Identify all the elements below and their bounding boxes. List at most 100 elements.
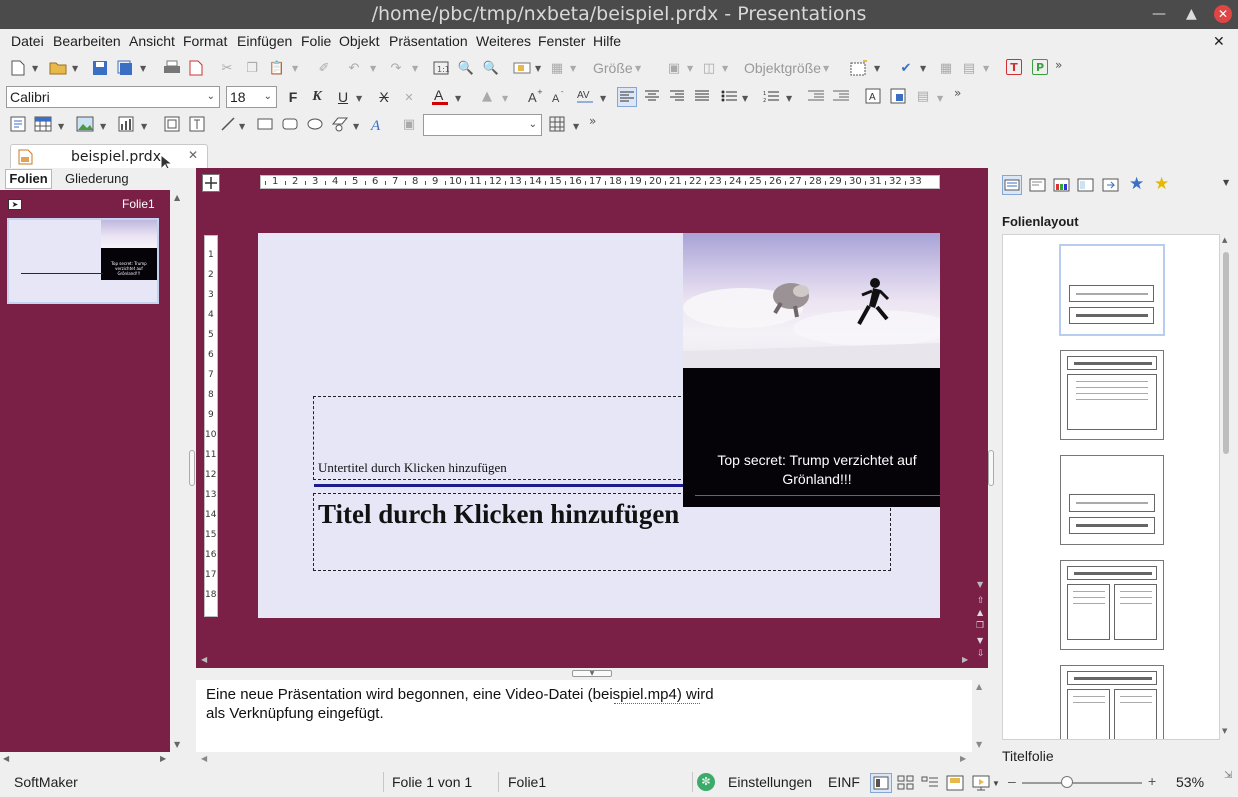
layout-section-header[interactable] [1060, 455, 1164, 545]
slide-thumbnail[interactable]: Top secret: Trump verzichtet auf Grönlan… [7, 218, 159, 304]
textart-icon[interactable]: A [368, 115, 386, 133]
subtitle-placeholder[interactable]: Untertitel durch Klicken hinzufügen [318, 460, 507, 476]
t-button[interactable]: T [1006, 59, 1022, 75]
status-zoom[interactable]: 53% [1176, 774, 1204, 790]
bullet-list-icon[interactable] [720, 87, 738, 105]
chevron-down-icon[interactable]: ▼ [140, 64, 146, 73]
notes-splitter[interactable]: ▼ [196, 668, 988, 680]
chevron-down-icon[interactable]: ⌄ [264, 87, 272, 107]
chevron-down-icon[interactable]: ▼ [100, 122, 106, 131]
zoom-slider[interactable] [1022, 782, 1142, 784]
close-document-icon[interactable]: ✕ [1213, 33, 1225, 50]
chevron-down-icon[interactable]: ▼ [58, 122, 64, 131]
chevron-down-icon[interactable]: ▼ [353, 122, 359, 131]
favorites-star-icon[interactable]: ★ [1154, 174, 1169, 194]
outline-view-icon[interactable] [921, 775, 939, 794]
close-window-icon[interactable]: ✕ [1214, 5, 1232, 23]
scroll-right-icon[interactable]: ▶ [960, 754, 966, 763]
status-settings[interactable]: Einstellungen [728, 774, 812, 790]
numbered-list-icon[interactable]: 12 [762, 87, 780, 105]
font-grow-icon[interactable]: A + [526, 87, 544, 105]
chevron-down-icon[interactable]: ▼ [635, 64, 641, 73]
menu-datei[interactable]: Datei [11, 33, 44, 49]
autoshape-tool-icon[interactable] [331, 115, 349, 133]
text-wrap-icon[interactable] [889, 87, 907, 105]
object-properties-icon[interactable]: ▣ [400, 115, 418, 133]
menu-weiteres[interactable]: Weiteres [476, 33, 531, 49]
scroll-left-icon[interactable]: ◀ [201, 754, 207, 763]
color-scheme-tab-icon[interactable] [1053, 176, 1071, 198]
menu-ansicht[interactable]: Ansicht [129, 33, 175, 49]
design-tab-icon[interactable] [1029, 176, 1047, 198]
group-icon[interactable]: ▦ [548, 59, 566, 77]
splitter-handle[interactable] [189, 450, 195, 486]
insert-chart-icon[interactable] [117, 115, 135, 133]
character-spacing-icon[interactable]: AV [576, 87, 594, 105]
tab-folien[interactable]: Folien [5, 169, 52, 189]
size-dropdown[interactable]: Größe [593, 60, 633, 76]
underline-button[interactable]: U [334, 88, 352, 106]
ellipse-tool-icon[interactable] [306, 115, 324, 133]
align-icon[interactable]: ◫ [700, 59, 718, 77]
slideshow-icon[interactable] [972, 775, 990, 794]
chevron-down-icon[interactable]: ▼ [742, 94, 748, 103]
chevron-down-icon[interactable]: ▼ [687, 64, 693, 73]
scroll-up-icon[interactable]: ▲ [977, 608, 983, 617]
layout-comparison[interactable] [1060, 665, 1164, 739]
notes-toggle-handle[interactable]: ▼ [572, 670, 612, 677]
slide-canvas[interactable]: Untertitel durch Klicken hinzufügen Tite… [258, 233, 940, 618]
object-style-combo[interactable]: ⌄ [423, 114, 542, 136]
insert-object-icon[interactable] [513, 59, 531, 77]
highlight-icon[interactable]: ▲ [478, 87, 496, 105]
text-object-icon[interactable] [9, 115, 27, 133]
effects-star-icon[interactable]: ★ [1129, 174, 1144, 194]
font-shrink-icon[interactable]: A- [550, 87, 568, 105]
cut-icon[interactable]: ✂ [218, 59, 236, 77]
normal-view-icon[interactable] [870, 773, 892, 793]
menu-folie[interactable]: Folie [301, 33, 331, 49]
chevron-down-icon[interactable]: ▼ [535, 64, 541, 73]
next-slide-icon[interactable]: ⇩ [977, 649, 985, 659]
slide-layout-tab-icon[interactable] [1002, 175, 1022, 195]
zoom-page-icon[interactable]: 🔍 [457, 59, 475, 77]
maximize-icon[interactable]: ▲ [1186, 0, 1197, 29]
close-tab-icon[interactable]: ✕ [188, 148, 198, 162]
paragraph-format-icon[interactable]: ▤ [914, 87, 932, 105]
insert-frame-icon[interactable] [163, 115, 181, 133]
insert-textframe-icon[interactable] [850, 59, 868, 77]
chevron-down-icon[interactable]: ▼ [370, 64, 376, 73]
clear-format-icon[interactable]: ✕ [400, 88, 418, 106]
new-document-icon[interactable] [9, 59, 27, 77]
toolbar-overflow-icon[interactable]: » [589, 114, 596, 128]
slide-navigator-icon[interactable]: ❐ [976, 621, 984, 631]
ruler-origin-icon[interactable] [202, 174, 220, 192]
previous-slide-icon[interactable]: ⇧ [977, 596, 985, 606]
chevron-down-icon[interactable]: ▼ [72, 64, 78, 73]
layout-title-slide[interactable] [1059, 244, 1165, 336]
chevron-down-icon[interactable]: ▼ [600, 94, 606, 103]
scroll-right-icon[interactable]: ▶ [160, 754, 166, 763]
video-object[interactable]: Top secret: Trump verzichtet auf Grönlan… [683, 233, 940, 507]
object-size-dropdown[interactable]: Objektgröße [744, 60, 821, 76]
chevron-down-icon[interactable]: ▼ [992, 779, 1000, 788]
scroll-up-icon[interactable]: ▲ [976, 682, 982, 691]
columns-icon[interactable]: ▤ [960, 59, 978, 77]
chevron-down-icon[interactable]: ▼ [32, 64, 38, 73]
chevron-down-icon[interactable]: ▼ [983, 64, 989, 73]
tab-beispiel[interactable]: beispiel.prdx ✕ [10, 144, 208, 168]
save-icon[interactable] [91, 59, 109, 77]
scroll-down-icon[interactable]: ▼ [1222, 727, 1227, 735]
align-center-icon[interactable] [643, 87, 661, 105]
title-placeholder[interactable]: Titel durch Klicken hinzufügen [318, 499, 679, 530]
text-frame-icon[interactable]: A [864, 87, 882, 105]
toolbar-overflow-icon[interactable]: » [1055, 58, 1062, 72]
toolbar-overflow-icon[interactable]: » [954, 86, 961, 100]
arrange-icon[interactable]: ▣ [665, 59, 683, 77]
chevron-down-icon[interactable]: ▼ [502, 94, 508, 103]
decrease-indent-icon[interactable] [807, 87, 825, 105]
chevron-down-icon[interactable]: ▼ [570, 64, 576, 73]
scroll-up-icon[interactable]: ▲ [174, 193, 180, 202]
chevron-down-icon[interactable]: ▼ [292, 64, 298, 73]
print-icon[interactable] [163, 59, 181, 77]
redo-icon[interactable]: ↷ [387, 59, 405, 77]
